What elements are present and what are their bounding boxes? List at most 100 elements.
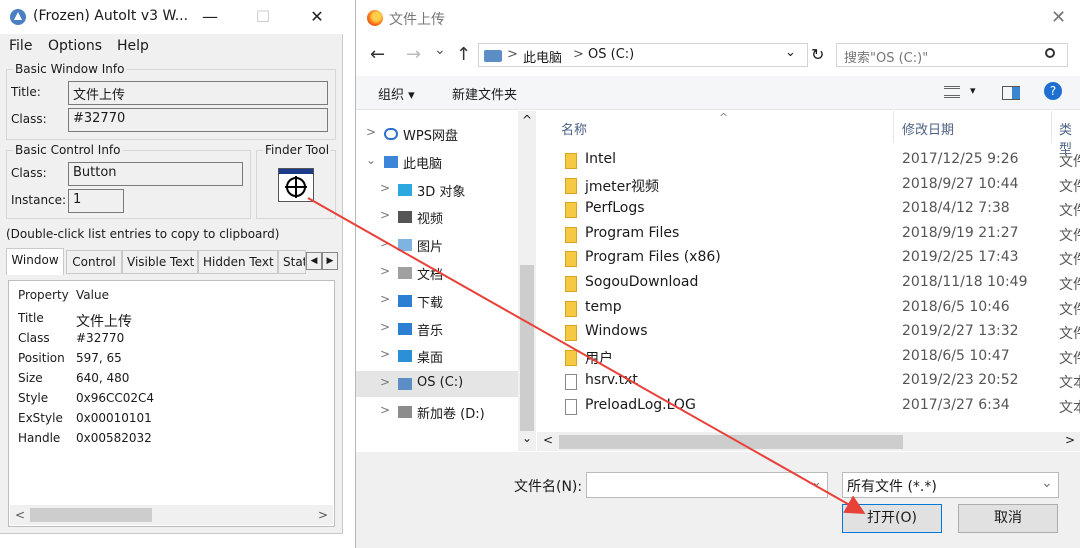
forward-button[interactable]: →	[406, 44, 421, 65]
list-item[interactable]: hsrv.txt 2019/2/23 20:52 文本	[537, 370, 1080, 394]
expand-chevron-icon[interactable]: >	[380, 292, 390, 306]
property-list-hscroll[interactable]: < >	[10, 505, 333, 525]
up-button[interactable]: ↑	[456, 44, 471, 65]
tab-visible-text[interactable]: Visible Text	[122, 250, 198, 274]
scroll-down-icon[interactable]: ⌄	[522, 431, 532, 445]
property-column-header[interactable]: Property	[18, 288, 69, 302]
address-bar[interactable]: > 此电脑 > OS (C:) ⌄	[478, 43, 808, 67]
nav-item[interactable]: > 文档	[356, 260, 518, 286]
control-class-field[interactable]: Button	[68, 162, 243, 186]
scroll-right-icon[interactable]: >	[314, 506, 332, 524]
refresh-button[interactable]: ↻	[811, 45, 824, 64]
close-button[interactable]: ✕	[294, 0, 340, 34]
list-item[interactable]: PreloadLog.LOG 2017/3/27 6:34 文本	[537, 395, 1080, 419]
expand-chevron-icon[interactable]: >	[380, 403, 390, 417]
table-row[interactable]: Size 640, 480	[9, 371, 329, 391]
organize-button[interactable]: 组织 ▾	[378, 84, 415, 103]
expand-chevron-icon[interactable]: >	[380, 375, 390, 389]
file-name: PerfLogs	[585, 200, 645, 217]
nav-item[interactable]: >3D 对象	[356, 177, 518, 203]
file-type-select[interactable]: 所有文件 (*.*) ⌄	[842, 472, 1059, 498]
table-row[interactable]: Title 文件上传	[9, 311, 329, 331]
view-menu-arrow[interactable]: ▾	[970, 84, 976, 97]
menu-help[interactable]: Help	[117, 38, 149, 54]
tab-scroll-left-icon[interactable]: ◀	[306, 252, 322, 270]
list-item[interactable]: SogouDownload 2018/11/18 10:49 文件	[537, 272, 1080, 296]
scroll-up-icon[interactable]: ^	[522, 113, 532, 127]
expand-chevron-icon[interactable]: >	[380, 320, 390, 334]
table-row[interactable]: Class #32770	[9, 331, 329, 351]
expand-chevron-icon[interactable]: >	[380, 236, 390, 250]
list-item[interactable]: jmeter视频 2018/9/27 10:44 文件	[537, 174, 1080, 198]
finder-tool-crosshair-icon[interactable]	[278, 168, 314, 202]
list-item[interactable]: 用户 2018/6/5 10:47 文件	[537, 346, 1080, 370]
file-type-dropdown-icon[interactable]: ⌄	[1041, 475, 1053, 491]
window-class-field[interactable]: #32770	[68, 108, 328, 132]
search-icon[interactable]	[1045, 48, 1055, 58]
scroll-thumb[interactable]	[559, 435, 903, 449]
expand-chevron-icon[interactable]: >	[366, 125, 376, 139]
view-options-icon[interactable]	[944, 86, 960, 98]
nav-item[interactable]: > 桌面	[356, 343, 518, 369]
menu-file[interactable]: File	[9, 38, 32, 54]
help-icon[interactable]: ?	[1044, 82, 1062, 100]
collapse-chevron-icon[interactable]: ⌄	[366, 153, 376, 167]
list-item[interactable]: Intel 2017/12/25 9:26 文件	[537, 149, 1080, 173]
list-item[interactable]: Program Files 2018/9/19 21:27 文件	[537, 223, 1080, 247]
search-box[interactable]: 搜索"OS (C:)"	[836, 43, 1068, 67]
nav-item[interactable]: > 图片	[356, 232, 518, 258]
file-list-hscroll[interactable]: < >	[537, 432, 1080, 451]
menu-options[interactable]: Options	[48, 38, 102, 54]
scroll-left-icon[interactable]: <	[11, 506, 29, 524]
tab-control[interactable]: Control	[66, 250, 122, 274]
expand-chevron-icon[interactable]: >	[380, 208, 390, 222]
recent-locations-button[interactable]: ⌄	[434, 42, 446, 58]
breadcrumb-os-c[interactable]: OS (C:)	[588, 47, 634, 62]
preview-pane-icon[interactable]	[1002, 86, 1020, 100]
navigation-pane-scrollbar[interactable]: ^ ⌄	[518, 111, 536, 451]
property-list[interactable]: Property Value Title 文件上传 Class #32770 Posit…	[8, 280, 335, 527]
tab-hidden-text[interactable]: Hidden Text	[198, 250, 278, 274]
new-folder-button[interactable]: 新建文件夹	[452, 84, 517, 103]
scroll-thumb[interactable]	[30, 508, 152, 522]
control-instance-field[interactable]: 1	[68, 189, 124, 213]
nav-item[interactable]: > 下载	[356, 288, 518, 314]
back-button[interactable]: ←	[370, 44, 385, 65]
expand-chevron-icon[interactable]: >	[380, 347, 390, 361]
list-item[interactable]: temp 2018/6/5 10:46 文件	[537, 297, 1080, 321]
expand-chevron-icon[interactable]: >	[380, 181, 390, 195]
scroll-left-icon[interactable]: <	[543, 433, 553, 447]
column-header-date[interactable]: 修改日期	[902, 119, 954, 138]
breadcrumb-this-pc[interactable]: 此电脑	[523, 47, 562, 66]
address-dropdown-icon[interactable]: ⌄	[785, 45, 796, 60]
filename-dropdown-icon[interactable]: ⌄	[811, 475, 822, 490]
table-row[interactable]: Position 597, 65	[9, 351, 329, 371]
value-column-header[interactable]: Value	[76, 288, 109, 302]
nav-item[interactable]: > OS (C:)	[356, 371, 518, 398]
window-title-field[interactable]: 文件上传	[68, 81, 328, 105]
open-button[interactable]: 打开(O)	[842, 504, 942, 533]
nav-item[interactable]: > 音乐	[356, 316, 518, 342]
table-row[interactable]: Style 0x96CC02C4	[9, 391, 329, 411]
list-item[interactable]: PerfLogs 2018/4/12 7:38 文件	[537, 198, 1080, 222]
nav-item[interactable]: ⌄ 此电脑	[356, 149, 518, 175]
minimize-button[interactable]: —	[187, 0, 233, 34]
nav-item[interactable]: > WPS网盘	[356, 121, 518, 147]
nav-item[interactable]: > 视频	[356, 204, 518, 230]
cancel-button[interactable]: 取消	[958, 504, 1058, 533]
filename-input[interactable]: ⌄	[586, 472, 828, 498]
table-row[interactable]: Handle 0x00582032	[9, 431, 329, 451]
expand-chevron-icon[interactable]: >	[380, 264, 390, 278]
tab-scroll-right-icon[interactable]: ▶	[322, 252, 338, 270]
nav-item[interactable]: > 新加卷 (D:)	[356, 399, 518, 425]
list-item[interactable]: Windows 2019/2/27 13:32 文件	[537, 321, 1080, 345]
tab-window[interactable]: Window	[6, 248, 64, 275]
scroll-right-icon[interactable]: >	[1065, 433, 1075, 447]
list-item[interactable]: Program Files (x86) 2019/2/25 17:43 文件	[537, 247, 1080, 271]
column-header-name[interactable]: 名称	[561, 119, 587, 138]
tab-statusbar[interactable]: Stat	[278, 250, 306, 274]
dialog-close-button[interactable]: ✕	[1051, 7, 1066, 28]
table-row[interactable]: ExStyle 0x00010101	[9, 411, 329, 431]
maximize-button[interactable]: ☐	[240, 0, 286, 34]
scroll-thumb[interactable]	[520, 265, 534, 431]
